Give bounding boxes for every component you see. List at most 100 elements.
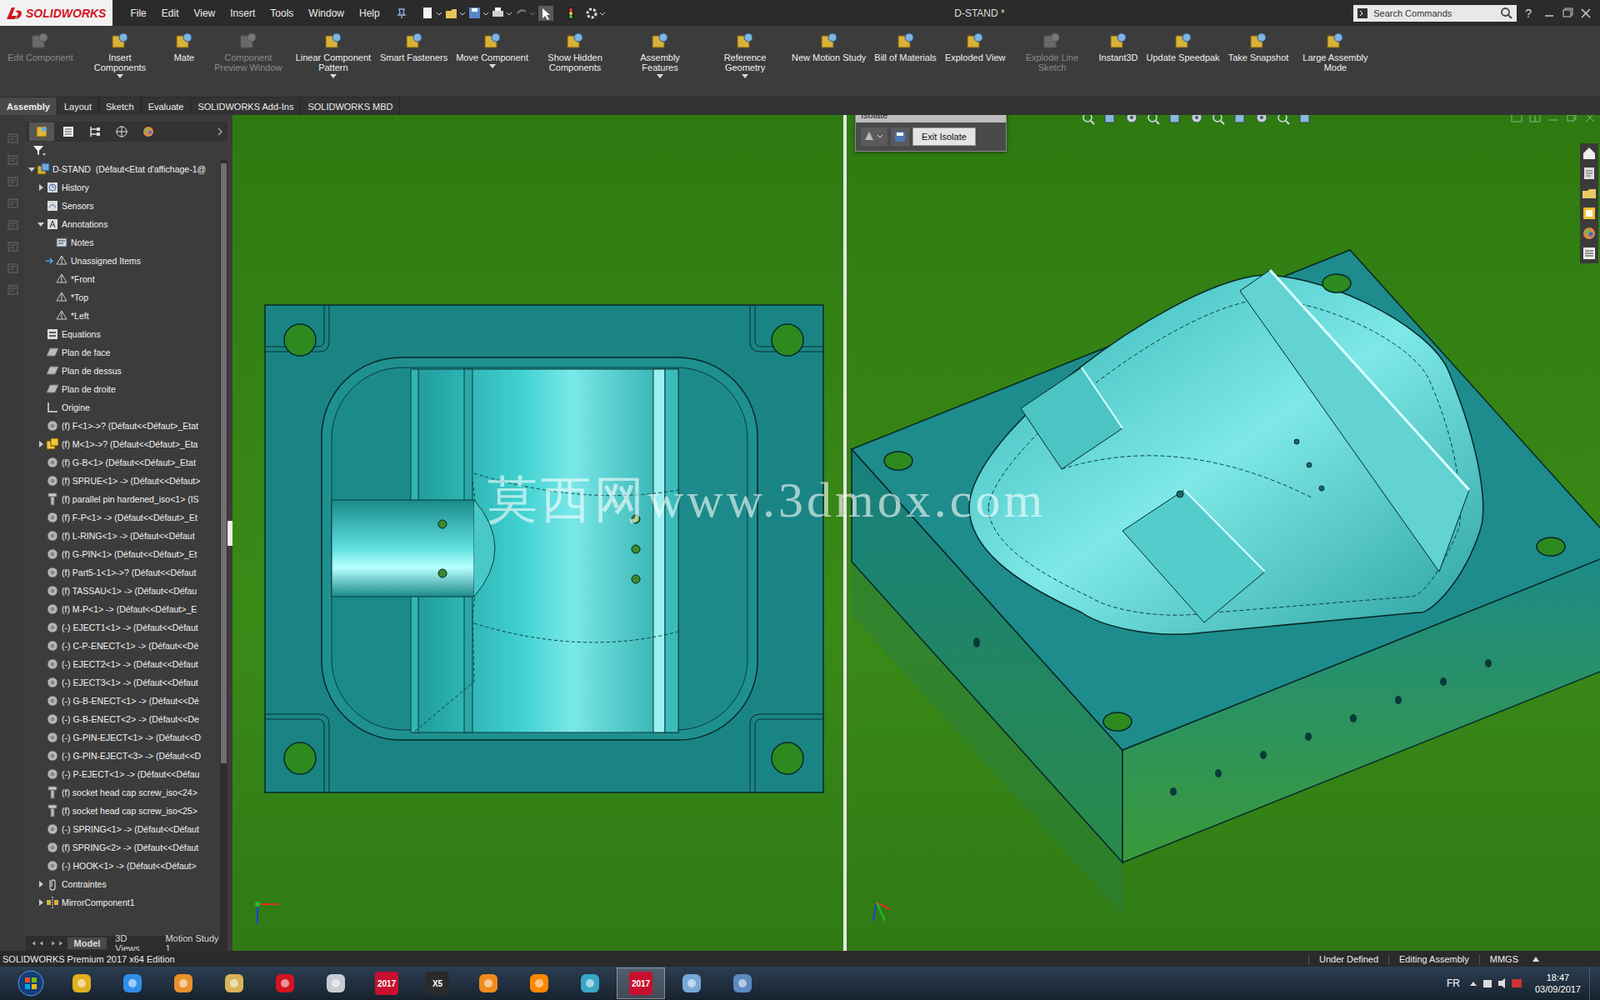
- command-tab[interactable]: Layout: [57, 97, 100, 115]
- close-icon[interactable]: [1576, 5, 1595, 21]
- ribbon-button[interactable]: Show Hidden Components: [532, 29, 618, 75]
- magnifier-icon[interactable]: [1500, 6, 1514, 20]
- status-item[interactable]: MMGS: [1479, 954, 1529, 965]
- display-style-button[interactable]: [860, 127, 888, 146]
- menu-item[interactable]: Help: [353, 5, 386, 22]
- tree-item[interactable]: (f) socket head cap screw_iso<25>: [25, 801, 220, 820]
- taskbar-app[interactable]: [260, 967, 310, 1000]
- strip-icon[interactable]: [6, 153, 20, 167]
- strip-icon[interactable]: [6, 218, 20, 232]
- expand-arrow-icon[interactable]: [215, 126, 225, 137]
- panel-tab[interactable]: [29, 122, 55, 141]
- viewport-divider[interactable]: [843, 115, 847, 951]
- quick-access-icon[interactable]: [560, 5, 583, 21]
- ribbon-button[interactable]: Assembly Features: [617, 29, 703, 80]
- panel-tab[interactable]: [55, 122, 81, 141]
- status-item[interactable]: Editing Assembly: [1388, 954, 1480, 965]
- tree-item[interactable]: (f) G-PIN<1> (Défaut<<Défaut>_Et: [25, 545, 220, 564]
- ribbon-button[interactable]: Reference Geometry: [702, 29, 788, 80]
- view-tool-icon[interactable]: [1188, 115, 1207, 125]
- app-logo[interactable]: SOLIDWORKS: [0, 0, 113, 26]
- menu-item[interactable]: File: [124, 5, 152, 22]
- tray-icons[interactable]: [1466, 976, 1527, 990]
- clock[interactable]: 18:4703/09/2017: [1526, 971, 1590, 995]
- tree-item[interactable]: (f) M<1>->? (Défaut<<Défaut>_Eta: [25, 435, 220, 454]
- ribbon-button[interactable]: Instant3D: [1094, 29, 1142, 65]
- tree-item[interactable]: History: [25, 178, 220, 197]
- task-pane-icon[interactable]: [1580, 145, 1598, 162]
- quick-access-icon[interactable]: [584, 5, 606, 21]
- taskbar-app[interactable]: [515, 967, 564, 1000]
- expanded-arrow-icon[interactable]: [37, 220, 45, 228]
- tree-item[interactable]: Equations: [25, 325, 220, 344]
- tree-item[interactable]: (-) EJECT1<1> -> (Défaut<<Défaut: [25, 618, 220, 637]
- exit-isolate-button[interactable]: Exit Isolate: [912, 127, 976, 146]
- tree-item[interactable]: (f) F-P<1> -> (Défaut<<Défaut>_Et: [25, 508, 220, 527]
- strip-icon[interactable]: [6, 283, 20, 297]
- dropdown-arrow-icon[interactable]: [489, 64, 496, 69]
- units-arrow-icon[interactable]: [1531, 955, 1540, 963]
- tree-item[interactable]: (-) G-PIN-EJECT<1> -> (Défaut<<D: [25, 728, 220, 747]
- pin-icon[interactable]: [395, 7, 408, 20]
- taskbar-app[interactable]: X5: [413, 967, 462, 1000]
- tree-item[interactable]: (f) Part5-1<1>->? (Défaut<<Défaut: [25, 563, 220, 582]
- ribbon-button[interactable]: Update Speedpak: [1142, 29, 1225, 65]
- strip-icon[interactable]: [6, 240, 20, 254]
- viewport-layout-icon[interactable]: [1528, 115, 1542, 124]
- collapsed-arrow-icon[interactable]: [37, 440, 45, 448]
- strip-icon[interactable]: [6, 175, 20, 189]
- ribbon-button[interactable]: Large Assembly Mode: [1292, 29, 1378, 75]
- tree-item[interactable]: *Left: [25, 306, 220, 325]
- tree-item[interactable]: Plan de face: [25, 343, 220, 362]
- menu-item[interactable]: View: [187, 5, 221, 22]
- tree-item[interactable]: (-) G-PIN-EJECT<3> -> (Défaut<<D: [25, 746, 220, 765]
- status-item[interactable]: Under Defined: [1308, 954, 1389, 965]
- view-tool-icon[interactable]: [1145, 115, 1164, 125]
- quick-access-icon[interactable]: [537, 5, 560, 21]
- command-tab[interactable]: Evaluate: [141, 97, 192, 115]
- taskbar-app[interactable]: [311, 967, 360, 1000]
- ribbon-button[interactable]: New Motion Study: [787, 29, 870, 65]
- taskbar-app[interactable]: [464, 967, 513, 1000]
- quick-access-icon[interactable]: [467, 5, 490, 21]
- viewport-layout-icon[interactable]: [1510, 115, 1524, 124]
- tree-item[interactable]: (f) L-RING<1> -> (Défaut<<Défaut: [25, 526, 220, 545]
- taskbar-app[interactable]: 2017: [362, 967, 411, 1000]
- tree-item[interactable]: *Top: [25, 288, 220, 307]
- tree-item[interactable]: (-) EJECT2<1> -> (Défaut<<Défaut: [25, 655, 220, 674]
- tree-item[interactable]: MirrorComponent1: [25, 893, 220, 912]
- collapsed-arrow-icon[interactable]: [37, 184, 45, 191]
- tree-item[interactable]: D-STAND (Défaut<Etat d'affichage-1@: [25, 160, 220, 179]
- graphics-area[interactable]: Isolate Exit Isolate: [232, 115, 1600, 951]
- view-tool-icon[interactable]: [1080, 115, 1099, 125]
- taskbar-app[interactable]: 2017: [616, 967, 665, 1000]
- strip-icon[interactable]: [6, 196, 20, 210]
- viewport-minimize-icon[interactable]: [1546, 115, 1560, 124]
- panel-tab[interactable]: [135, 122, 161, 141]
- dropdown-arrow-icon[interactable]: [741, 74, 749, 79]
- taskbar-app[interactable]: [159, 967, 208, 1000]
- ribbon-button[interactable]: Explode Line Sketch: [1009, 29, 1095, 75]
- strip-icon[interactable]: [6, 261, 20, 275]
- ribbon-button[interactable]: Exploded View: [940, 29, 1010, 65]
- taskbar-app[interactable]: [667, 967, 716, 1000]
- taskbar-app[interactable]: [210, 967, 259, 1000]
- expanded-arrow-icon[interactable]: [28, 165, 35, 173]
- tree-item[interactable]: Annotations: [25, 215, 220, 234]
- command-tab[interactable]: Assembly: [0, 97, 58, 115]
- tree-item[interactable]: *Front: [25, 270, 220, 289]
- tree-item[interactable]: (-) SPRING<1> -> (Défaut<<Défaut: [25, 820, 220, 839]
- tree-item[interactable]: (-) P-EJECT<1> -> (Défaut<<Défau: [25, 765, 220, 784]
- panel-tab[interactable]: [109, 122, 135, 141]
- ribbon-button[interactable]: Edit Component: [3, 29, 78, 65]
- task-pane-icon[interactable]: [1580, 165, 1598, 182]
- viewport-restore-icon[interactable]: [1565, 115, 1579, 124]
- tree-item[interactable]: (f) parallel pin hardened_iso<1> (IS: [25, 490, 220, 509]
- tree-filter[interactable]: [25, 141, 228, 160]
- save-state-button[interactable]: [890, 127, 910, 146]
- taskbar-app[interactable]: [57, 967, 106, 1000]
- tree-item[interactable]: Plan de dessus: [25, 361, 220, 380]
- menu-item[interactable]: Edit: [155, 5, 185, 22]
- tree-item[interactable]: (-) C-P-ENECT<1> -> (Défaut<<Dé: [25, 636, 220, 655]
- strip-icon[interactable]: [6, 131, 20, 145]
